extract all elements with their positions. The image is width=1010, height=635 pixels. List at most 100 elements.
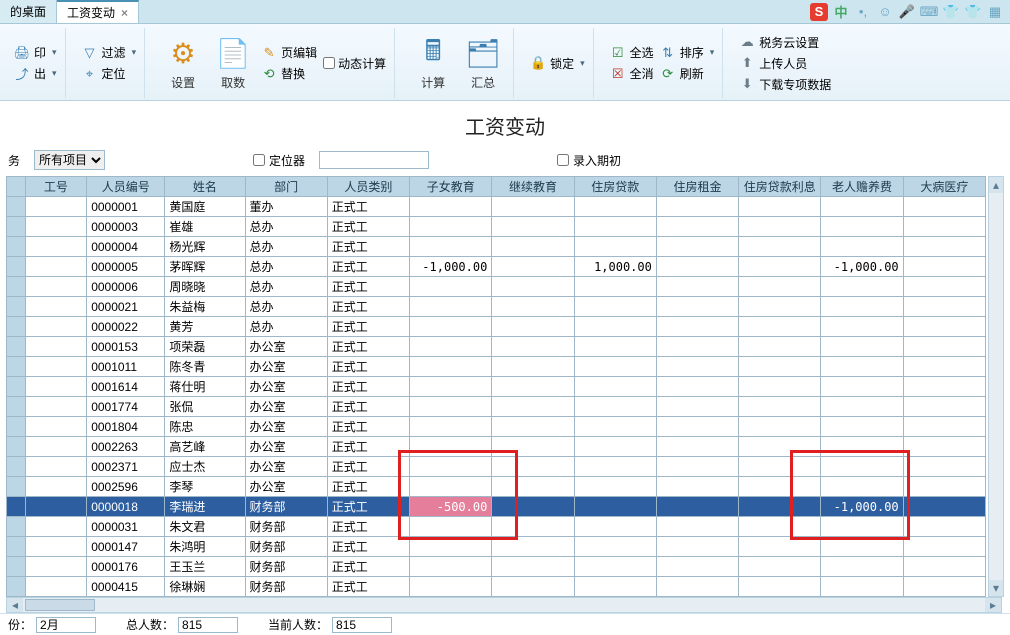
cell[interactable] xyxy=(903,277,985,297)
cell[interactable] xyxy=(656,577,738,597)
cell[interactable] xyxy=(25,557,87,577)
cell[interactable]: 总办 xyxy=(245,257,327,277)
cell[interactable] xyxy=(574,277,656,297)
cell[interactable] xyxy=(821,417,903,437)
cell[interactable] xyxy=(821,557,903,577)
summary-button[interactable]: 🗂汇总 xyxy=(461,34,505,93)
cell[interactable]: 财务部 xyxy=(245,517,327,537)
cell[interactable] xyxy=(656,497,738,517)
cell[interactable]: 0000031 xyxy=(87,517,165,537)
table-row[interactable]: 0000005茅晖辉总办正式工-1,000.001,000.00-1,000.0… xyxy=(7,257,986,277)
cell[interactable] xyxy=(7,417,26,437)
dyncalc-input[interactable] xyxy=(323,57,335,69)
cell[interactable]: 办公室 xyxy=(245,377,327,397)
cell[interactable]: 张侃 xyxy=(165,397,245,417)
select-none-button[interactable]: ☒全消 xyxy=(610,65,654,82)
cell[interactable] xyxy=(739,477,821,497)
table-row[interactable]: 0002371应士杰办公室正式工 xyxy=(7,457,986,477)
cell[interactable]: 正式工 xyxy=(327,297,409,317)
cell[interactable] xyxy=(7,357,26,377)
cell[interactable]: 办公室 xyxy=(245,417,327,437)
punct-icon[interactable]: •, xyxy=(854,3,872,21)
cell[interactable] xyxy=(821,477,903,497)
table-row[interactable]: 0000001黄国庭董办正式工 xyxy=(7,197,986,217)
scroll-down-arrow[interactable]: ▾ xyxy=(989,580,1003,596)
month-input[interactable] xyxy=(36,617,96,633)
cell[interactable] xyxy=(656,457,738,477)
cell[interactable]: 正式工 xyxy=(327,517,409,537)
cell[interactable]: 办公室 xyxy=(245,337,327,357)
cell[interactable]: 李瑞进 xyxy=(165,497,245,517)
cell[interactable] xyxy=(7,217,26,237)
cell[interactable] xyxy=(656,517,738,537)
replace-button[interactable]: ⟲替换 xyxy=(261,65,317,82)
cell[interactable] xyxy=(656,317,738,337)
scroll-thumb[interactable] xyxy=(25,599,95,611)
cell[interactable] xyxy=(903,357,985,377)
cell[interactable] xyxy=(739,337,821,357)
cell[interactable]: 正式工 xyxy=(327,417,409,437)
column-header[interactable]: 住房租金 xyxy=(656,177,738,197)
cell[interactable] xyxy=(410,417,492,437)
cell[interactable] xyxy=(492,517,574,537)
cell[interactable] xyxy=(492,577,574,597)
cell[interactable] xyxy=(7,557,26,577)
tab-salary-change[interactable]: 工资变动 × xyxy=(57,0,139,23)
cell[interactable] xyxy=(410,457,492,477)
cell[interactable] xyxy=(574,217,656,237)
column-header[interactable]: 住房贷款利息 xyxy=(739,177,821,197)
cell[interactable] xyxy=(739,237,821,257)
table-row[interactable]: 0002263高艺峰办公室正式工 xyxy=(7,437,986,457)
grid-icon[interactable]: ▦ xyxy=(986,3,1004,21)
cell[interactable] xyxy=(25,297,87,317)
cell[interactable] xyxy=(574,557,656,577)
cell[interactable] xyxy=(903,477,985,497)
cell[interactable] xyxy=(7,297,26,317)
cell[interactable] xyxy=(410,237,492,257)
column-header[interactable]: 姓名 xyxy=(165,177,245,197)
current-input[interactable] xyxy=(332,617,392,633)
cell[interactable] xyxy=(903,297,985,317)
cell[interactable] xyxy=(656,237,738,257)
cell[interactable] xyxy=(410,217,492,237)
cell[interactable] xyxy=(903,537,985,557)
cell[interactable]: 项荣磊 xyxy=(165,337,245,357)
table-row[interactable]: 0000022黄芳总办正式工 xyxy=(7,317,986,337)
vertical-scrollbar[interactable]: ▴ ▾ xyxy=(988,176,1004,597)
cell[interactable]: 正式工 xyxy=(327,497,409,517)
ime-cn-icon[interactable]: 中 xyxy=(832,3,850,21)
cell[interactable] xyxy=(492,477,574,497)
cell[interactable]: 正式工 xyxy=(327,457,409,477)
cell[interactable] xyxy=(7,257,26,277)
table-row[interactable]: 0000031朱文君财务部正式工 xyxy=(7,517,986,537)
taxcloud-button[interactable]: ☁税务云设置 xyxy=(739,34,831,51)
cell[interactable] xyxy=(739,457,821,477)
period-input[interactable] xyxy=(557,154,569,166)
cell[interactable] xyxy=(410,537,492,557)
cell[interactable] xyxy=(574,537,656,557)
cell[interactable] xyxy=(656,197,738,217)
cell[interactable] xyxy=(821,517,903,537)
cell[interactable]: 陈冬青 xyxy=(165,357,245,377)
column-header[interactable]: 继续教育 xyxy=(492,177,574,197)
cell[interactable] xyxy=(7,197,26,217)
cell[interactable] xyxy=(574,517,656,537)
cell[interactable]: 0000006 xyxy=(87,277,165,297)
cell[interactable] xyxy=(492,357,574,377)
table-row[interactable]: 0000176王玉兰财务部正式工 xyxy=(7,557,986,577)
cell[interactable]: 0001614 xyxy=(87,377,165,397)
cell[interactable] xyxy=(656,217,738,237)
face-icon[interactable]: ☺ xyxy=(876,3,894,21)
cell[interactable]: 0001804 xyxy=(87,417,165,437)
cell[interactable] xyxy=(492,277,574,297)
cell[interactable]: 办公室 xyxy=(245,357,327,377)
cell[interactable] xyxy=(821,237,903,257)
cell[interactable] xyxy=(574,297,656,317)
cell[interactable] xyxy=(574,497,656,517)
cell[interactable] xyxy=(410,397,492,417)
cell[interactable] xyxy=(821,337,903,357)
print-button[interactable]: 🖨印▾ xyxy=(14,44,57,61)
export-button[interactable]: ⤴出▾ xyxy=(14,65,57,82)
cell[interactable] xyxy=(903,577,985,597)
cell[interactable] xyxy=(492,417,574,437)
